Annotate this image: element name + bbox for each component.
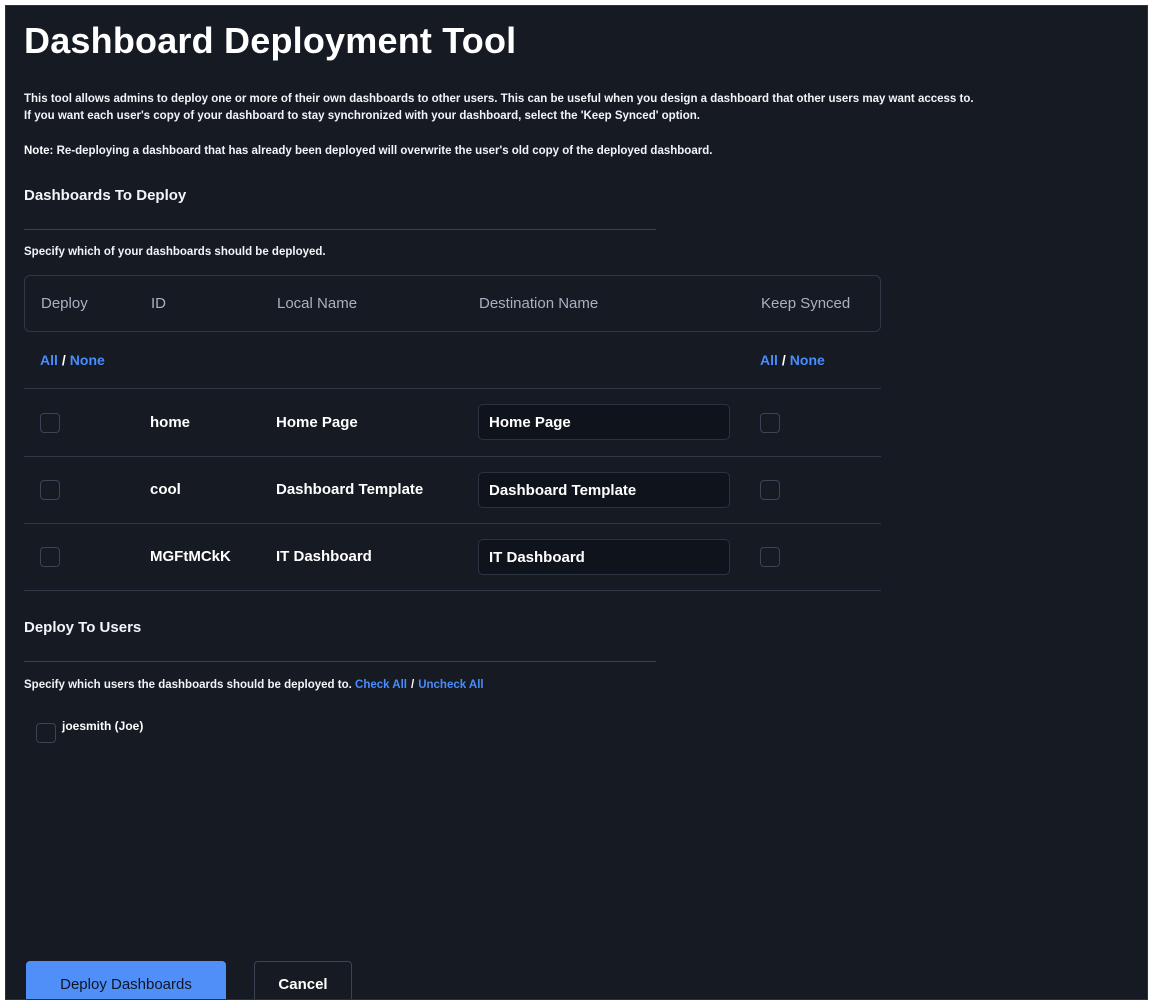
table-row-divider (24, 590, 881, 591)
destination-name-input[interactable] (478, 539, 730, 575)
column-destination-name: Destination Name (479, 295, 599, 312)
column-keep-synced: Keep Synced (761, 295, 851, 312)
intro-line-2: If you want each user's copy of your das… (24, 110, 700, 122)
dashboard-id: home (150, 414, 191, 431)
column-local-name: Local Name (277, 295, 358, 312)
note-label: Note: (24, 145, 54, 157)
deploy-checkbox[interactable] (40, 547, 60, 567)
dashboards-table-header: Deploy ID Local Name Destination Name Ke… (24, 275, 881, 332)
table-row-divider (24, 456, 881, 457)
synced-select-all-link[interactable]: All (760, 352, 778, 368)
intro-line-1: This tool allows admins to deploy one or… (24, 93, 974, 105)
dashboard-local-name: IT Dashboard (276, 548, 372, 565)
deploy-select-none-link[interactable]: None (70, 352, 105, 368)
keep-synced-checkbox[interactable] (760, 413, 780, 433)
deploy-select-all-none: All / None (40, 352, 105, 368)
deployment-tool-panel: Dashboard Deployment Tool This tool allo… (5, 5, 1148, 1000)
user-list-item: joesmith (Joe) (36, 719, 143, 743)
dashboard-local-name: Home Page (276, 414, 358, 431)
table-row-divider (24, 523, 881, 524)
user-checkbox[interactable] (36, 723, 56, 743)
deploy-dashboards-button[interactable]: Deploy Dashboards (26, 961, 226, 999)
dashboards-helper-text: Specify which of your dashboards should … (24, 246, 326, 258)
column-deploy: Deploy (41, 295, 88, 312)
deploy-checkbox[interactable] (40, 413, 60, 433)
dashboard-local-name: Dashboard Template (276, 481, 424, 498)
check-separator: / (411, 679, 415, 691)
users-helper-row: Specify which users the dashboards shoul… (24, 679, 484, 691)
uncheck-all-link[interactable]: Uncheck All (418, 679, 483, 691)
cancel-button[interactable]: Cancel (254, 961, 352, 999)
page-title: Dashboard Deployment Tool (24, 20, 517, 61)
synced-select-separator: / (781, 352, 786, 368)
destination-name-input[interactable] (478, 404, 730, 440)
note-text: Note: Re-deploying a dashboard that has … (24, 145, 1144, 157)
dashboard-id: cool (150, 481, 181, 498)
deploy-checkbox[interactable] (40, 480, 60, 500)
users-helper-text: Specify which users the dashboards shoul… (24, 679, 352, 691)
synced-select-all-none: All / None (760, 352, 825, 368)
dashboards-section-title: Dashboards To Deploy (24, 187, 187, 204)
check-all-link[interactable]: Check All (355, 679, 407, 691)
deploy-select-all-link[interactable]: All (40, 352, 58, 368)
users-section-title: Deploy To Users (24, 619, 142, 636)
keep-synced-checkbox[interactable] (760, 547, 780, 567)
table-row-divider (24, 388, 881, 389)
user-label: joesmith (Joe) (62, 719, 144, 733)
column-id: ID (151, 295, 166, 312)
intro-text: This tool allows admins to deploy one or… (24, 91, 1144, 125)
dashboard-id: MGFtMCkK (150, 548, 231, 565)
keep-synced-checkbox[interactable] (760, 480, 780, 500)
destination-name-input[interactable] (478, 472, 730, 508)
deploy-select-separator: / (61, 352, 66, 368)
users-section-divider (24, 661, 656, 662)
dashboards-section-divider (24, 229, 656, 230)
synced-select-none-link[interactable]: None (790, 352, 825, 368)
note-body: Re-deploying a dashboard that has alread… (56, 145, 713, 157)
